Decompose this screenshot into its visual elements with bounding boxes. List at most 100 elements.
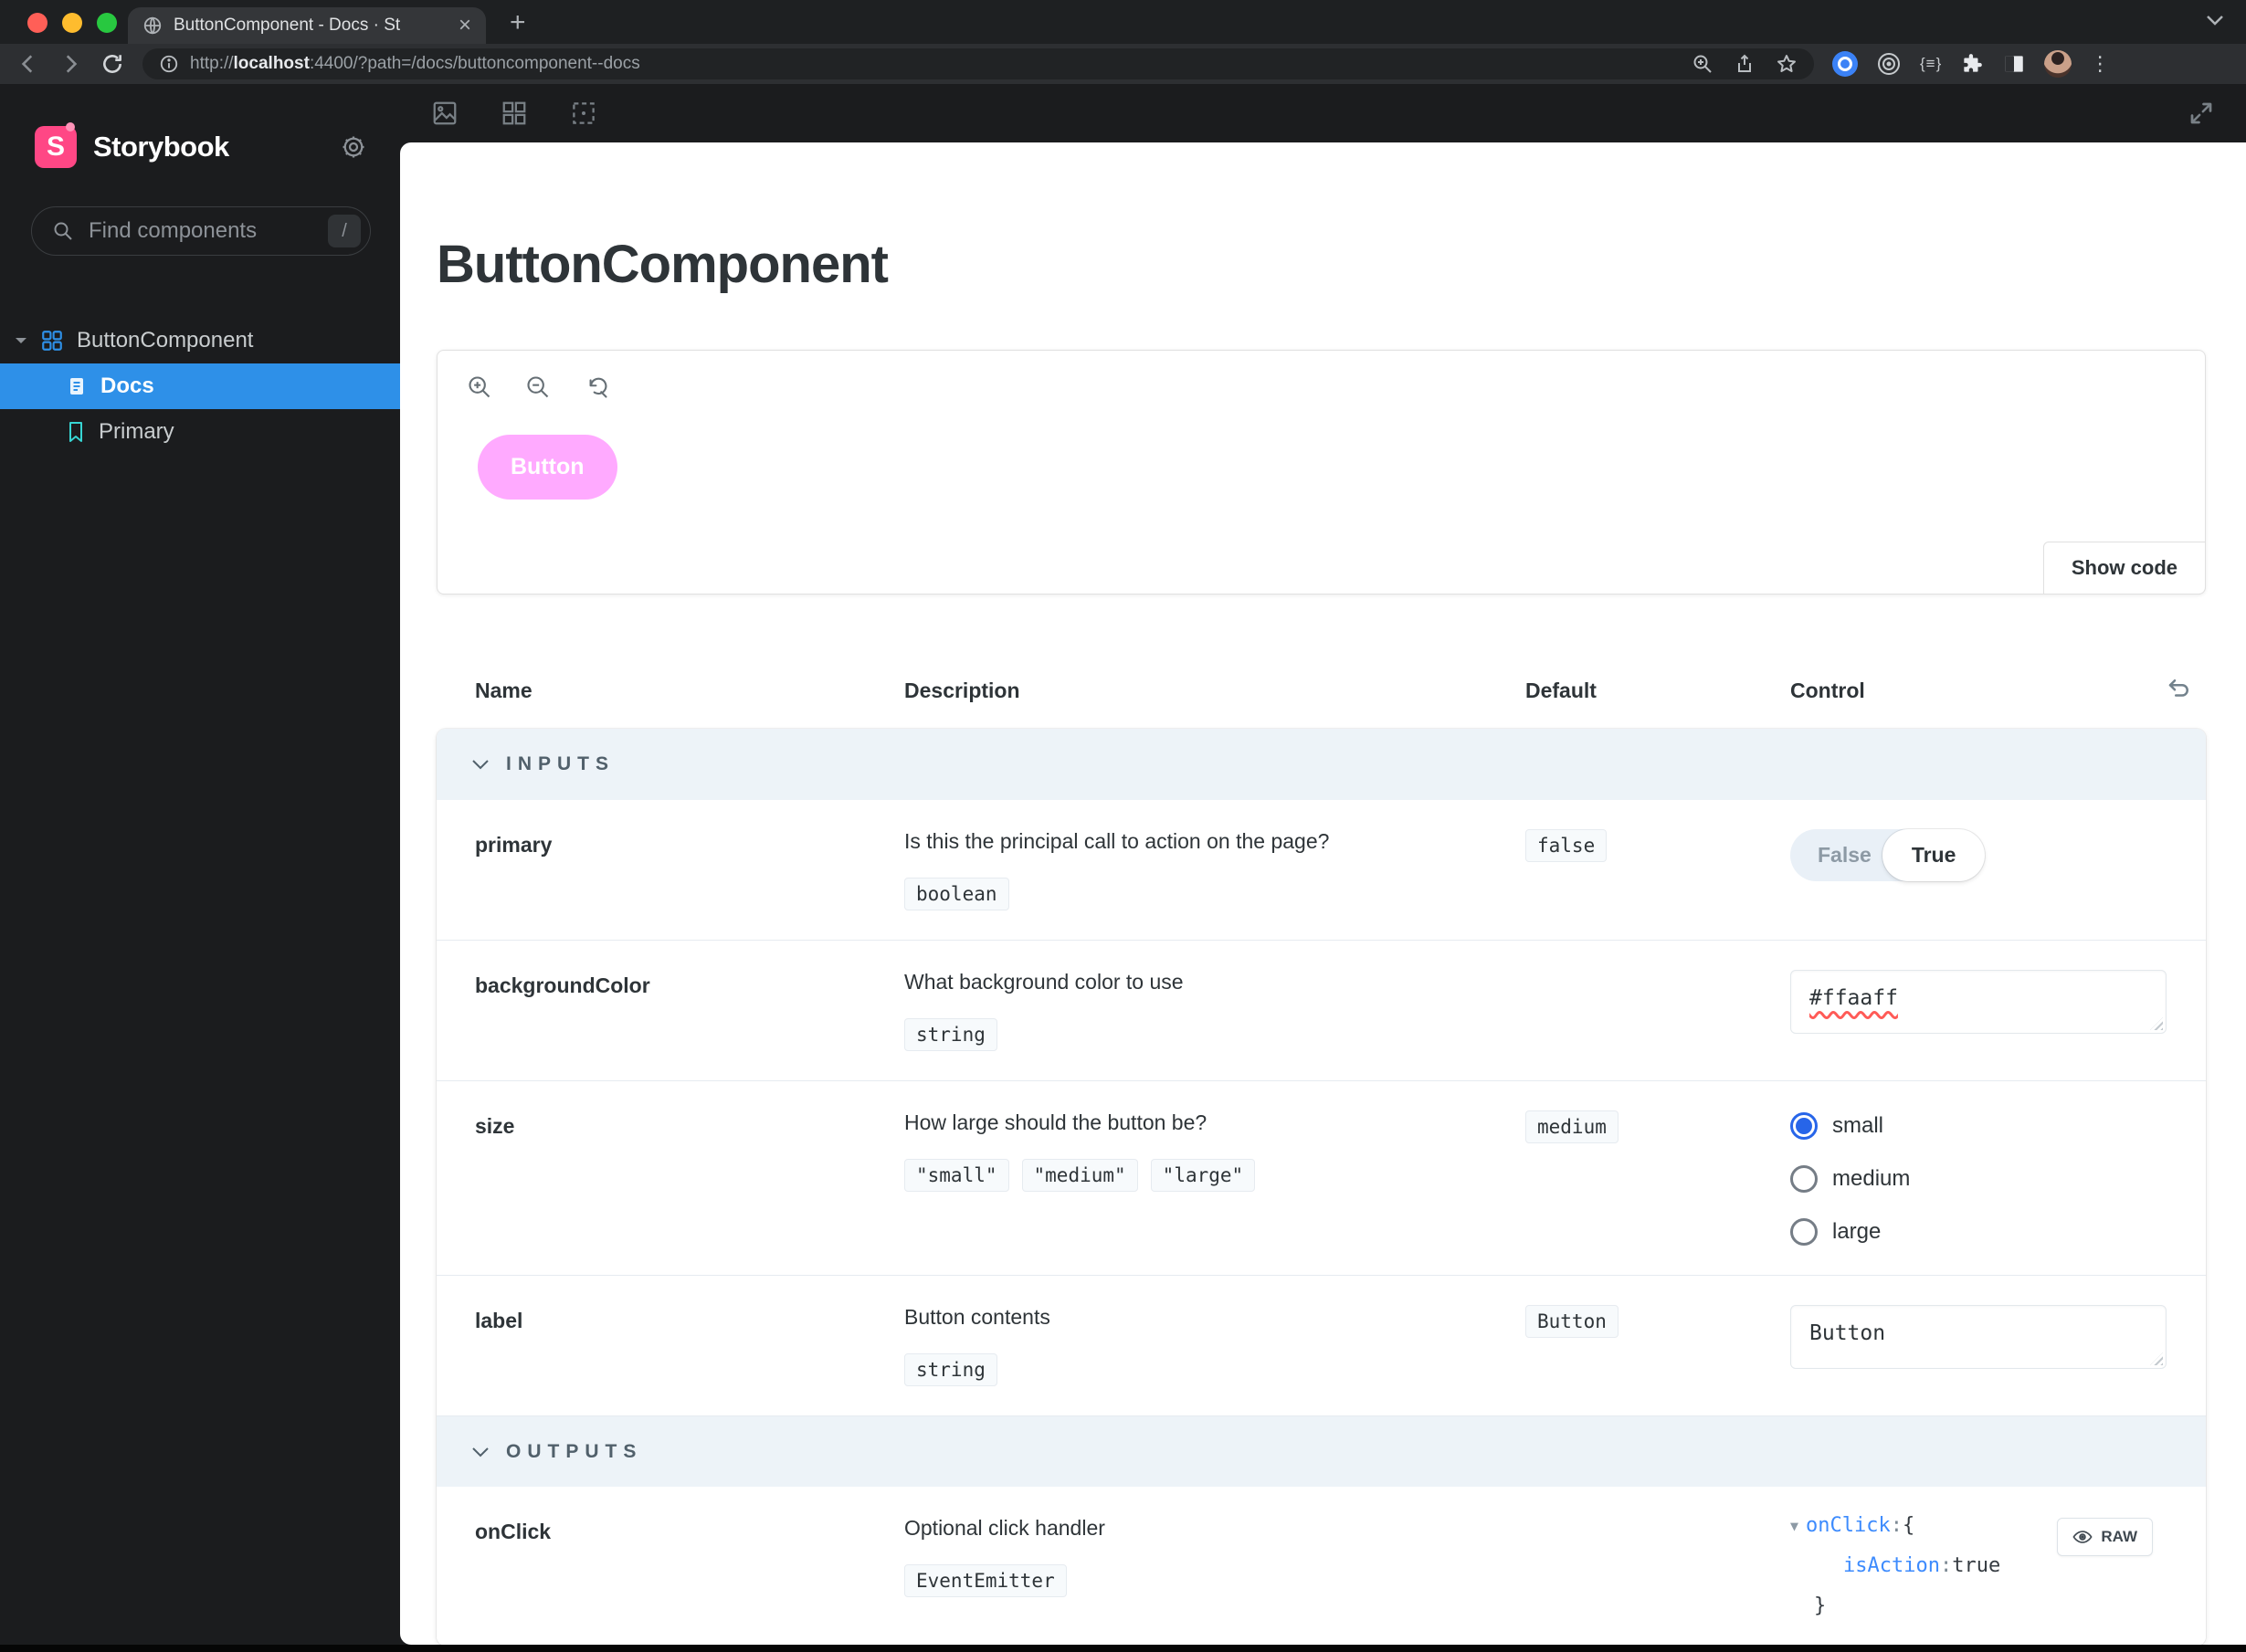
toggle-true[interactable]: True [1882,829,1986,881]
grid-toggle-icon[interactable] [501,100,528,127]
reload-icon[interactable] [100,52,124,76]
sidebar-item-buttoncomponent[interactable]: ButtonComponent [0,318,400,363]
radio-option-small[interactable]: small [1790,1112,2167,1140]
measure-outline-icon[interactable] [570,100,597,127]
search-input[interactable]: Find components / [31,206,371,256]
backgroundcolor-value: #ffaaff [1809,986,1898,1010]
tab-close-icon[interactable]: × [459,15,471,37]
type-badge: string [904,1353,997,1386]
minimize-window-button[interactable] [62,13,82,33]
collapse-caret-icon[interactable] [15,336,27,345]
background-image-icon[interactable] [431,100,459,127]
column-description: Description [904,679,1020,702]
storybook-logo: S [35,122,77,168]
type-badge: string [904,1018,997,1051]
browser-chrome: ButtonComponent - Docs · St × + http://l… [0,0,2246,84]
tree-nested-key[interactable]: isAction [1843,1556,1940,1576]
arg-name: primary [475,833,553,857]
zoom-out-icon[interactable] [525,374,551,400]
radio-label: medium [1832,1166,1911,1191]
page-zoom-icon[interactable] [1692,53,1713,75]
arg-row-onclick: onClick Optional click handler EventEmit… [437,1487,2206,1645]
window-bottom-edge [0,1645,2246,1652]
show-code-button[interactable]: Show code [2042,542,2206,595]
tree-close-brace: } [1814,1594,1827,1617]
radio-label: small [1832,1113,1884,1138]
section-label: INPUTS [506,753,616,774]
arg-description: How large should the button be? [904,1110,1207,1134]
zoom-in-icon[interactable] [467,374,492,400]
sidebar-item-label: Primary [99,419,174,444]
tab-title: ButtonComponent - Docs · St [174,16,401,35]
radio-option-medium[interactable]: medium [1790,1165,2167,1193]
forward-icon[interactable] [58,52,82,76]
arg-name: backgroundColor [475,973,650,997]
type-badge: EventEmitter [904,1564,1067,1597]
sidebar-item-docs[interactable]: Docs [0,363,400,409]
chevron-down-icon [471,1447,490,1457]
tree-nested-value: true [1952,1554,2001,1577]
devtools-extension-icon[interactable]: {≡} [1920,55,1942,73]
reset-controls-icon[interactable] [2166,675,2193,702]
arg-description: Optional click handler [904,1516,1105,1540]
raw-toggle-button[interactable]: RAW [2057,1518,2153,1556]
tree-caret-icon[interactable]: ▼ [1790,1519,1798,1533]
zoom-reset-icon[interactable] [584,374,609,400]
extensions-puzzle-icon[interactable] [1960,52,1984,76]
tab-favicon-globe-icon [142,16,163,36]
concentric-circles-icon[interactable] [1876,51,1902,77]
radio-icon[interactable] [1790,1165,1818,1193]
arg-row-backgroundcolor: backgroundColor What background color to… [437,940,2206,1080]
radio-label: large [1832,1219,1882,1244]
url-bar[interactable]: http://localhost:4400/?path=/docs/button… [142,48,1814,79]
window-controls[interactable] [27,13,117,33]
profile-avatar[interactable] [2044,50,2072,78]
side-panel-icon[interactable] [2002,52,2026,76]
browser-tab[interactable]: ButtonComponent - Docs · St × [128,7,486,44]
tree-open-brace: { [1903,1514,1915,1537]
settings-gear-icon[interactable] [340,133,367,161]
zoom-window-button[interactable] [97,13,117,33]
section-outputs[interactable]: OUTPUTS [437,1415,2206,1487]
arg-row-size: size How large should the button be? "sm… [437,1080,2206,1275]
radio-icon[interactable] [1790,1112,1818,1140]
password-manager-icon[interactable] [1832,51,1858,77]
main-area: ButtonComponent Button Show code Name De… [400,84,2246,1645]
arg-description: Is this the principal call to action on … [904,829,1330,853]
browser-toolbar: http://localhost:4400/?path=/docs/button… [0,44,2246,84]
tab-search-chevron-icon[interactable] [2206,15,2224,26]
share-icon[interactable] [1734,53,1756,75]
tree-key[interactable]: onClick [1806,1516,1891,1536]
canvas-toolbar [400,84,2246,142]
sidebar-item-label: Docs [100,374,154,398]
type-badge: "small" [904,1159,1009,1192]
preview-button[interactable]: Button [478,435,617,500]
site-info-icon[interactable] [159,54,179,74]
url-text[interactable]: http://localhost:4400/?path=/docs/button… [190,54,1681,74]
storybook-app: S Storybook Find components / ButtonComp… [0,84,2246,1645]
close-window-button[interactable] [27,13,47,33]
radio-option-large[interactable]: large [1790,1218,2167,1246]
arg-row-primary: primary Is this the principal call to ac… [437,800,2206,940]
new-tab-button[interactable]: + [510,7,526,44]
label-input[interactable]: Button [1790,1305,2167,1369]
sidebar: S Storybook Find components / ButtonComp… [0,84,400,1645]
backgroundcolor-input[interactable]: #ffaaff [1790,970,2167,1034]
brand: S Storybook [0,84,400,168]
sidebar-item-primary[interactable]: Primary [0,409,400,455]
type-badge: "medium" [1021,1159,1138,1192]
section-inputs[interactable]: INPUTS [437,729,2206,800]
sidebar-item-label: ButtonComponent [77,328,254,352]
toggle-false[interactable]: False [1790,829,1882,881]
eye-icon [2072,1530,2093,1544]
radio-icon[interactable] [1790,1218,1818,1246]
document-icon [66,375,88,397]
bookmark-star-icon[interactable] [1776,53,1798,75]
args-table: Name Description Default Control INPUTS … [437,679,2206,1645]
boolean-toggle[interactable]: False True [1790,829,1986,881]
extensions-area: {≡} ⋮ [1832,50,2110,78]
column-control: Control [1790,679,1865,702]
fullscreen-icon[interactable] [2188,100,2215,127]
browser-menu-icon[interactable]: ⋮ [2090,52,2110,76]
back-icon[interactable] [16,52,40,76]
